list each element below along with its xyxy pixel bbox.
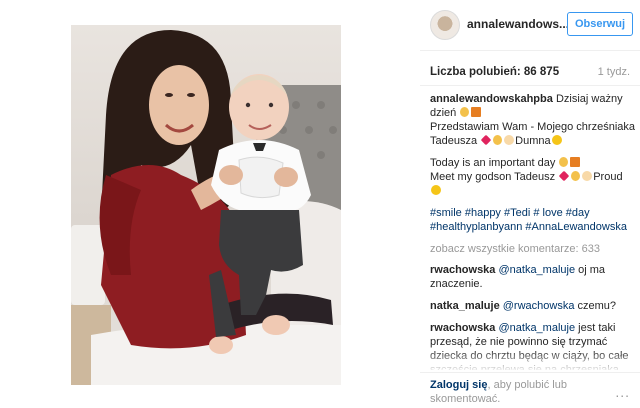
caption: annalewandowskahpba Dzisiaj ważny dzień … [430,92,640,234]
comments-list[interactable]: annalewandowskahpba Dzisiaj ważny dzień … [430,92,640,370]
photo-illustration [71,30,341,385]
post-time[interactable]: 1 tydz. [598,66,630,78]
smile-emoji-icon [551,135,562,145]
login-prompt: Zaloguj się, aby polubić lub skomentować… [430,378,590,406]
view-all-comments-link[interactable]: zobacz wszystkie komentarze: 633 [430,242,640,256]
heart-emoji-icon [558,170,570,182]
gift-emoji-icon [570,157,581,167]
divider [420,372,640,373]
divider [420,50,640,51]
comment-username[interactable]: rwachowska [430,264,495,276]
avatar[interactable] [430,10,460,40]
comment: natka_maluje @rwachowska czemu? [430,299,640,313]
follow-button[interactable]: Obserwuj [567,12,633,36]
caption-en2: Meet my godson Tadeusz [430,171,556,183]
more-options-icon[interactable]: ... [615,384,630,400]
hashtags[interactable]: #smile #happy #Tedi # love #day #healthy… [430,206,640,234]
post-header: annalewandows... Obserwuj [420,0,640,50]
caption-en1: Today is an important day [430,157,556,169]
family-emoji-icon [460,107,470,117]
comments-fade [420,350,640,372]
smile-emoji-icon [431,185,441,195]
family-emoji-icon [493,135,503,145]
caption-line2-end: Dumna [515,135,551,147]
likes-count[interactable]: Liczba polubień: 86 875 [430,66,559,78]
comment-username[interactable]: rwachowska [430,322,495,334]
caption-en2-end: Proud [593,171,623,183]
post-photo[interactable] [71,25,341,385]
comment-text: czemu? [577,300,617,312]
baby-emoji-icon [504,135,515,145]
heart-emoji-icon [480,134,492,146]
post-username[interactable]: annalewandows... [467,17,567,31]
post-side-panel: annalewandows... Obserwuj Liczba polubie… [420,0,640,408]
comment-mention[interactable]: @natka_maluje [498,264,575,276]
caption-username[interactable]: annalewandowskahpba [430,93,553,105]
comment-mention[interactable]: @rwachowska [503,300,575,312]
gift-emoji-icon [471,107,482,117]
divider [420,85,640,86]
lamp [71,225,105,305]
comment-mention[interactable]: @natka_maluje [498,322,575,334]
comment-username[interactable]: natka_maluje [430,300,500,312]
family-emoji-icon [571,171,581,181]
family-emoji-icon [559,157,569,167]
baby-emoji-icon [582,171,593,181]
face [149,65,209,145]
login-link[interactable]: Zaloguj się [430,379,487,391]
comment: rwachowska @natka_maluje oj ma znaczenie… [430,263,640,291]
